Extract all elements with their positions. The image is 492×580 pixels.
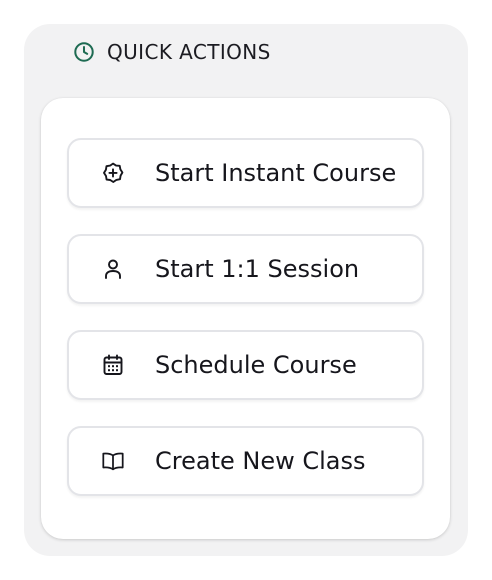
user-icon [101, 257, 125, 281]
panel-title: QUICK ACTIONS [107, 40, 271, 64]
action-label: Schedule Course [155, 351, 357, 379]
actions-card: Start Instant Course Start 1:1 Session S… [41, 98, 450, 539]
schedule-course-button[interactable]: Schedule Course [67, 330, 424, 400]
create-new-class-button[interactable]: Create New Class [67, 426, 424, 496]
action-label: Start 1:1 Session [155, 255, 360, 283]
start-instant-course-button[interactable]: Start Instant Course [67, 138, 424, 208]
plus-badge-icon [101, 161, 125, 185]
action-label: Create New Class [155, 447, 366, 475]
panel-header: QUICK ACTIONS [72, 40, 271, 64]
open-book-icon [101, 449, 125, 473]
start-1-1-session-button[interactable]: Start 1:1 Session [67, 234, 424, 304]
clock-icon [72, 40, 96, 64]
quick-actions-panel: QUICK ACTIONS Start Instant Course Start… [24, 24, 468, 556]
action-label: Start Instant Course [155, 159, 397, 187]
calendar-icon [101, 353, 125, 377]
